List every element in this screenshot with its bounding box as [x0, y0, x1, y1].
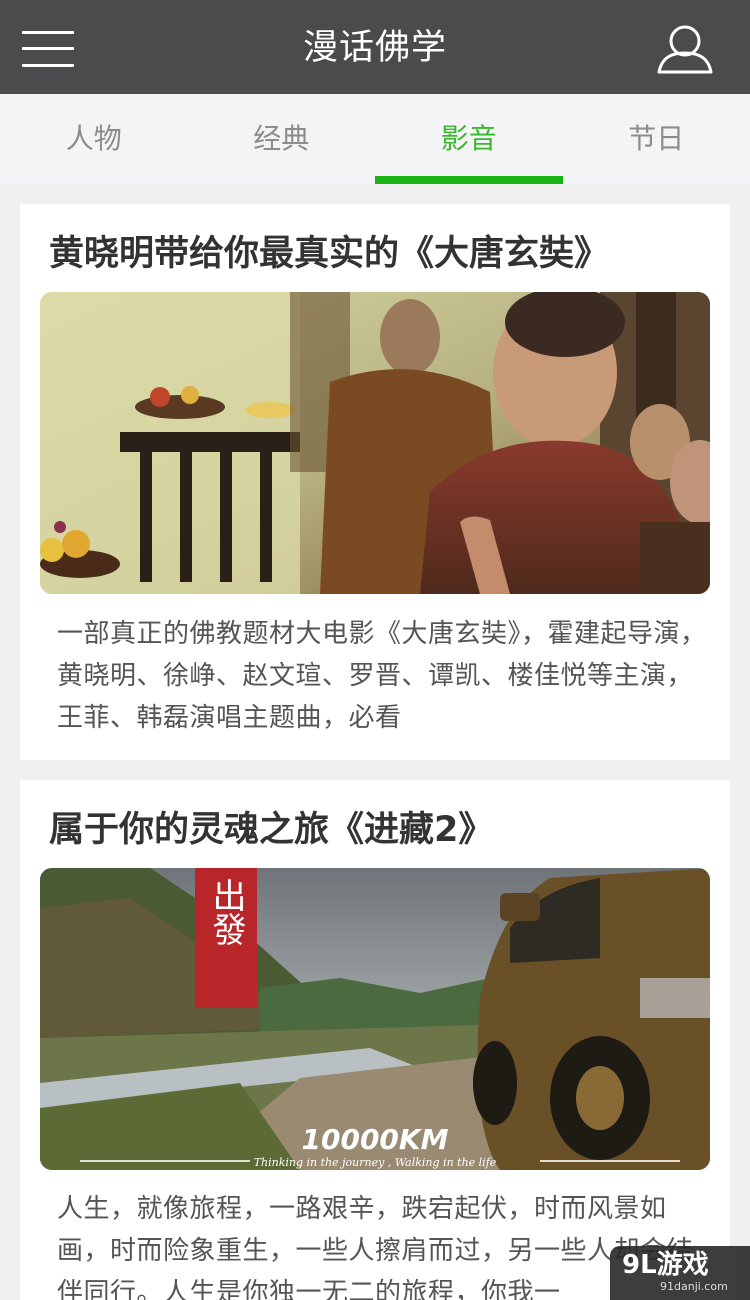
image-caption: 10000KM [302, 1123, 449, 1156]
article-image[interactable]: 出發 10000KM Thinking in the journey , Wal… [40, 868, 710, 1170]
app-header: 漫话佛学 [0, 0, 750, 94]
tab-classics[interactable]: 经典 [188, 94, 376, 184]
article-card[interactable]: 属于你的灵魂之旅《进藏2》 出發 10000KM Thinking in the… [20, 780, 730, 1300]
tab-people[interactable]: 人物 [0, 94, 188, 184]
category-tabs: 人物 经典 影音 节日 [0, 94, 750, 184]
watermark-brand: 9L游戏 [622, 1250, 709, 1280]
image-badge: 出發 [206, 878, 246, 946]
article-description: 一部真正的佛教题材大电影《大唐玄奘》，霍建起导演，黄晓明、徐峥、赵文瑄、罗晋、谭… [57, 619, 707, 733]
article-card[interactable]: 黄晓明带给你最真实的《大唐玄奘》 一部真正的佛教题材大电影《大唐玄奘》，霍建起导… [20, 204, 730, 760]
watermark-site: 91danji.com [660, 1280, 728, 1293]
tab-label: 影音 [440, 122, 497, 155]
article-title[interactable]: 黄晓明带给你最真实的《大唐玄奘》 [49, 230, 609, 278]
tab-media[interactable]: 影音 [375, 94, 563, 184]
tab-label: 节日 [628, 122, 685, 155]
watermark-logo: 9L游戏 91danji.com [610, 1246, 750, 1300]
article-image[interactable] [40, 292, 710, 594]
user-icon[interactable] [656, 24, 714, 74]
tab-label: 经典 [253, 122, 310, 155]
active-tab-indicator [375, 176, 563, 184]
app-title: 漫话佛学 [302, 28, 447, 68]
image-tagline: Thinking in the journey , Walking in the… [254, 1156, 497, 1169]
tab-festivals[interactable]: 节日 [563, 94, 750, 184]
tab-label: 人物 [65, 122, 122, 155]
article-title[interactable]: 属于你的灵魂之旅《进藏2》 [49, 806, 493, 854]
